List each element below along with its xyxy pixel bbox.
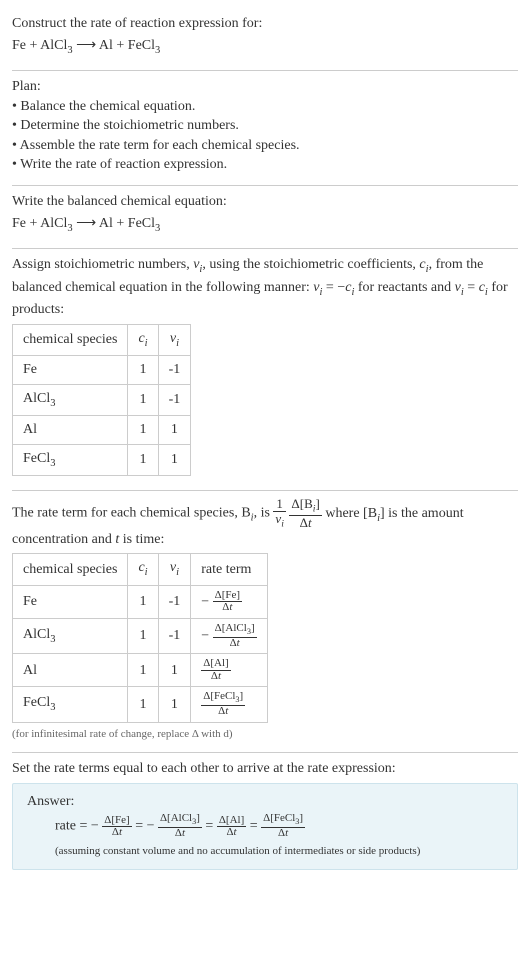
cell-term: − Δ[AlCl3]Δt bbox=[191, 618, 267, 653]
answer-label: Answer: bbox=[27, 792, 503, 812]
cell-ci: 1 bbox=[128, 654, 158, 687]
cell-vi: -1 bbox=[158, 356, 191, 385]
cell-species: FeCl3 bbox=[13, 444, 128, 475]
final-heading: Set the rate terms equal to each other t… bbox=[12, 759, 518, 779]
plan-bullet-text: Balance the chemical equation. bbox=[20, 99, 195, 114]
cell-ci: 1 bbox=[128, 585, 158, 618]
fraction: Δ[Fe]Δt bbox=[213, 590, 242, 614]
cell-species: FeCl3 bbox=[13, 687, 128, 722]
cell-ci: 1 bbox=[128, 687, 158, 722]
prompt-title: Construct the rate of reaction expressio… bbox=[12, 14, 518, 34]
cell-vi: 1 bbox=[158, 687, 191, 722]
cell-species: Al bbox=[13, 654, 128, 687]
cell-ci: 1 bbox=[128, 618, 158, 653]
balanced-section: Write the balanced chemical equation: Fe… bbox=[12, 186, 518, 249]
stoich-intro: Assign stoichiometric numbers, νi, using… bbox=[12, 255, 518, 320]
table-row: chemical species ci νi bbox=[13, 324, 191, 355]
rateterm-table: chemical species ci νi rate term Fe 1 -1… bbox=[12, 553, 268, 722]
plan-bullet: • Determine the stoichiometric numbers. bbox=[12, 116, 518, 136]
col-species: chemical species bbox=[13, 554, 128, 585]
cell-species: Fe bbox=[13, 585, 128, 618]
table-row: AlCl3 1 -1 bbox=[13, 384, 191, 415]
plan-bullet-text: Write the rate of reaction expression. bbox=[20, 157, 227, 172]
cell-vi: -1 bbox=[158, 384, 191, 415]
cell-species: Fe bbox=[13, 356, 128, 385]
cell-vi: 1 bbox=[158, 654, 191, 687]
cell-ci: 1 bbox=[128, 416, 158, 445]
answer-box: Answer: rate = − Δ[Fe]Δt = − Δ[AlCl3]Δt … bbox=[12, 783, 518, 870]
rateterm-intro-post: , is bbox=[254, 506, 274, 521]
cell-vi: -1 bbox=[158, 618, 191, 653]
col-species: chemical species bbox=[13, 324, 128, 355]
balanced-heading: Write the balanced chemical equation: bbox=[12, 192, 518, 212]
cell-vi: -1 bbox=[158, 585, 191, 618]
answer-assumption: (assuming constant volume and no accumul… bbox=[27, 844, 503, 859]
fraction: Δ[Bi]Δt bbox=[289, 497, 321, 529]
fraction: Δ[Al]Δt bbox=[201, 658, 230, 682]
plan-bullet-text: Determine the stoichiometric numbers. bbox=[20, 118, 239, 133]
cell-ci: 1 bbox=[128, 444, 158, 475]
cell-vi: 1 bbox=[158, 444, 191, 475]
plan-bullet: • Assemble the rate term for each chemic… bbox=[12, 136, 518, 156]
stoich-section: Assign stoichiometric numbers, νi, using… bbox=[12, 249, 518, 491]
cell-term: − Δ[Fe]Δt bbox=[191, 585, 267, 618]
col-term: rate term bbox=[191, 554, 267, 585]
plan-heading: Plan: bbox=[12, 77, 518, 97]
col-vi: νi bbox=[158, 324, 191, 355]
plan-section: Plan: • Balance the chemical equation. •… bbox=[12, 71, 518, 186]
stoich-table: chemical species ci νi Fe 1 -1 AlCl3 1 -… bbox=[12, 324, 191, 477]
fraction: Δ[AlCl3]Δt bbox=[213, 623, 257, 649]
plan-bullet: • Balance the chemical equation. bbox=[12, 97, 518, 117]
fraction: Δ[Al]Δt bbox=[217, 815, 246, 839]
cell-term: Δ[Al]Δt bbox=[191, 654, 267, 687]
final-section: Set the rate terms equal to each other t… bbox=[12, 753, 518, 880]
cell-ci: 1 bbox=[128, 356, 158, 385]
table-row: Fe 1 -1 − Δ[Fe]Δt bbox=[13, 585, 268, 618]
answer-rate: rate = − Δ[Fe]Δt = − Δ[AlCl3]Δt = Δ[Al]Δ… bbox=[27, 813, 503, 839]
cell-species: Al bbox=[13, 416, 128, 445]
table-row: Al 1 1 bbox=[13, 416, 191, 445]
plan-bullet-text: Assemble the rate term for each chemical… bbox=[20, 138, 300, 153]
fraction: Δ[FeCl3]Δt bbox=[261, 813, 305, 839]
cell-species: AlCl3 bbox=[13, 618, 128, 653]
col-vi: νi bbox=[158, 554, 191, 585]
balanced-equation: Fe + AlCl3 ⟶ Al + FeCl3 bbox=[12, 214, 518, 236]
table-row: AlCl3 1 -1 − Δ[AlCl3]Δt bbox=[13, 618, 268, 653]
table-row: Fe 1 -1 bbox=[13, 356, 191, 385]
rateterm-intro: The rate term for each chemical species,… bbox=[12, 497, 518, 549]
fraction: Δ[AlCl3]Δt bbox=[158, 813, 202, 839]
table-row: Al 1 1 Δ[Al]Δt bbox=[13, 654, 268, 687]
col-ci: ci bbox=[128, 554, 158, 585]
col-ci: ci bbox=[128, 324, 158, 355]
fraction: Δ[Fe]Δt bbox=[102, 815, 131, 839]
plan-bullet: • Write the rate of reaction expression. bbox=[12, 155, 518, 175]
fraction: 1νi bbox=[273, 497, 286, 529]
cell-ci: 1 bbox=[128, 384, 158, 415]
rateterm-section: The rate term for each chemical species,… bbox=[12, 491, 518, 753]
rate-prefix: rate = bbox=[55, 819, 91, 834]
rateterm-note: (for infinitesimal rate of change, repla… bbox=[12, 727, 518, 742]
rateterm-intro-pre: The rate term for each chemical species,… bbox=[12, 506, 251, 521]
fraction: Δ[FeCl3]Δt bbox=[201, 691, 245, 717]
table-row: chemical species ci νi rate term bbox=[13, 554, 268, 585]
cell-vi: 1 bbox=[158, 416, 191, 445]
table-row: FeCl3 1 1 Δ[FeCl3]Δt bbox=[13, 687, 268, 722]
cell-species: AlCl3 bbox=[13, 384, 128, 415]
prompt-equation: Fe + AlCl3 ⟶ Al + FeCl3 bbox=[12, 36, 518, 58]
cell-term: Δ[FeCl3]Δt bbox=[191, 687, 267, 722]
prompt-section: Construct the rate of reaction expressio… bbox=[12, 8, 518, 71]
table-row: FeCl3 1 1 bbox=[13, 444, 191, 475]
